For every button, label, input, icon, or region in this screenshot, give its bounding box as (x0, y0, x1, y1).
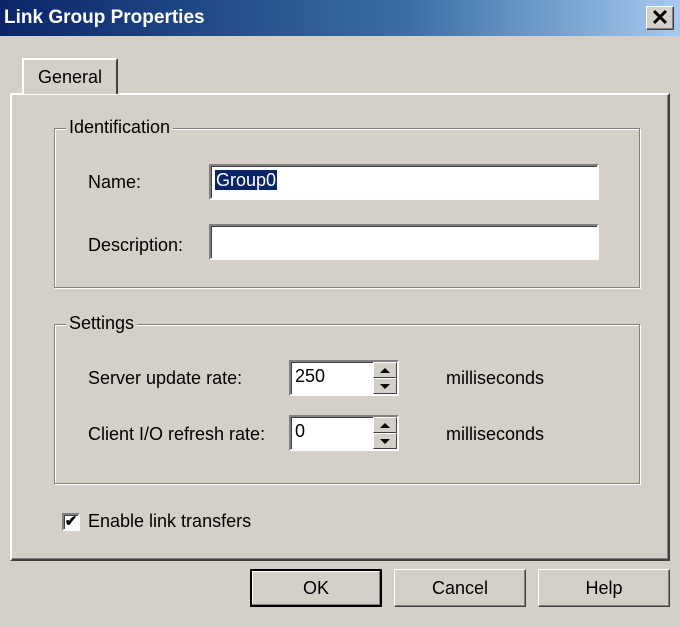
enable-link-transfers-checkbox[interactable]: ✔ (62, 513, 80, 531)
close-button[interactable]: ✕ (646, 6, 674, 30)
spin-up-button[interactable] (373, 362, 397, 378)
server-update-rate-value: 250 (295, 366, 326, 386)
arrow-up-icon (380, 422, 390, 428)
ok-button-label: OK (302, 577, 329, 598)
spin-up-button[interactable] (373, 417, 397, 433)
name-field[interactable]: Group0 (209, 164, 599, 200)
arrow-down-icon (380, 383, 390, 389)
arrow-down-icon (380, 438, 390, 444)
ok-button[interactable]: OK (250, 569, 382, 607)
server-update-rate-unit: milliseconds (446, 368, 545, 388)
tab-label: General (37, 67, 103, 87)
client-refresh-rate-spinner[interactable] (373, 417, 397, 449)
arrow-up-icon (380, 367, 390, 373)
client-refresh-rate-unit: milliseconds (446, 424, 545, 444)
help-button[interactable]: Help (538, 569, 670, 607)
server-update-rate-spinner[interactable] (373, 362, 397, 394)
window-title: Link Group Properties (4, 7, 205, 28)
tab-general[interactable]: General (22, 58, 118, 94)
name-label: Name: (88, 172, 142, 192)
identification-groupbox (54, 128, 640, 288)
cancel-button[interactable]: Cancel (394, 569, 526, 607)
description-label: Description: (88, 235, 184, 255)
identification-group-label: Identification (66, 117, 174, 138)
title-bar[interactable]: Link Group Properties ✕ (0, 0, 680, 36)
cancel-button-label: Cancel (431, 577, 489, 598)
settings-group-label: Settings (66, 313, 138, 334)
settings-groupbox (54, 324, 640, 484)
spin-down-button[interactable] (373, 378, 397, 394)
close-icon: ✕ (650, 5, 670, 30)
enable-link-transfers-label[interactable]: Enable link transfers (88, 511, 251, 532)
client-refresh-rate-value: 0 (295, 421, 306, 441)
help-button-label: Help (585, 577, 623, 598)
client-refresh-rate-label: Client I/O refresh rate: (88, 424, 266, 444)
name-field-value: Group0 (215, 170, 278, 190)
server-update-rate-label: Server update rate: (88, 368, 243, 388)
spin-down-button[interactable] (373, 433, 397, 449)
checkmark-icon: ✔ (64, 513, 78, 530)
description-field[interactable] (209, 224, 599, 260)
